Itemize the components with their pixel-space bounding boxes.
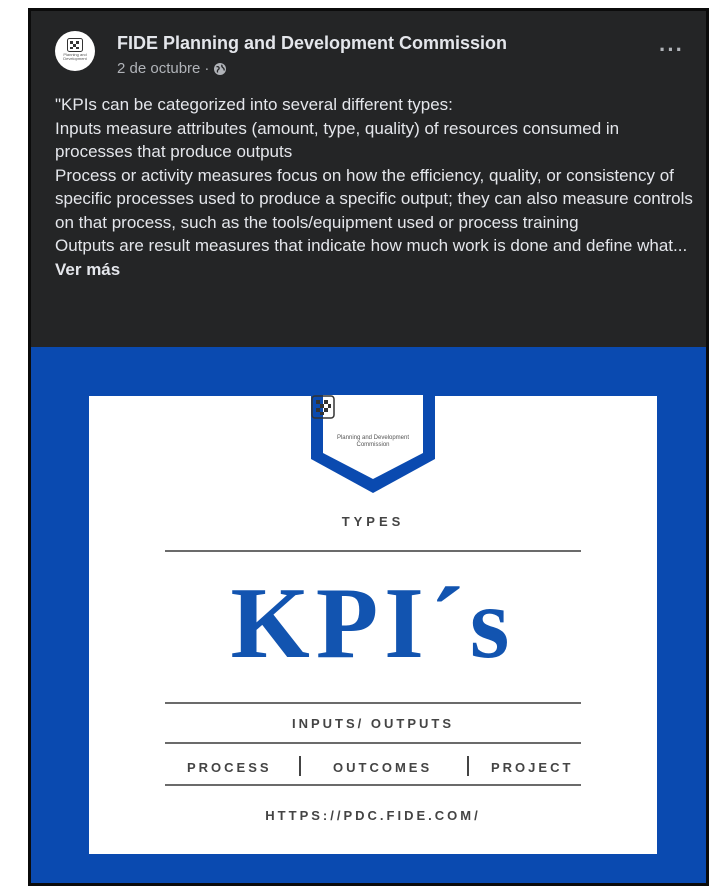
ribbon-label: Planning and Development Commission [336,435,410,448]
project-label: PROJECT [491,760,574,775]
kpi-types-row: PROCESS OUTCOMES PROJECT [165,756,581,778]
url-label: HTTPS://PDC.FIDE.COM/ [265,808,481,823]
inputs-outputs-label: INPUTS/ OUTPUTS [291,716,454,731]
page-name-link[interactable]: FIDE Planning and Development Commission [117,33,507,54]
post-meta: 2 de octubre · [117,60,227,77]
divider [165,742,581,744]
caption-line-3: Process or activity measures focus on ho… [55,165,693,232]
caption-line-4: Outputs are result measures that indicat… [55,234,695,281]
divider [165,550,581,552]
post-header: Planning and Development FIDE Planning a… [31,11,706,91]
separator [467,756,469,776]
more-options-icon[interactable]: ··· [659,37,684,63]
caption-line-4-text: Outputs are result measures that indicat… [55,236,688,255]
separator [299,756,301,776]
kpi-card: Planning and Development Commission TYPE… [89,395,657,854]
process-label: PROCESS [187,760,272,775]
caption-line-2: Inputs measure attributes (amount, type,… [55,118,620,162]
avatar-label: Planning and Development [63,52,87,61]
outcomes-label: OUTCOMES [333,760,433,775]
types-label: TYPES [341,514,405,529]
chess-logo-icon [311,395,335,419]
see-more-link[interactable]: Ver más [55,260,120,279]
divider [165,784,581,786]
post-caption: "KPIs can be categorized into several di… [55,93,695,281]
chess-logo-icon [67,38,83,52]
divider [165,702,581,704]
page-avatar[interactable]: Planning and Development [55,31,95,71]
post-image[interactable]: Planning and Development Commission TYPE… [31,347,706,883]
logo-ribbon: Planning and Development Commission [311,395,435,495]
caption-line-1: "KPIs can be categorized into several di… [55,95,453,114]
globe-icon [214,62,227,75]
facebook-post: Planning and Development FIDE Planning a… [28,8,709,886]
post-date[interactable]: 2 de octubre [117,60,200,77]
meta-separator: · [204,60,210,77]
kpi-title: KPI´s [230,567,516,680]
